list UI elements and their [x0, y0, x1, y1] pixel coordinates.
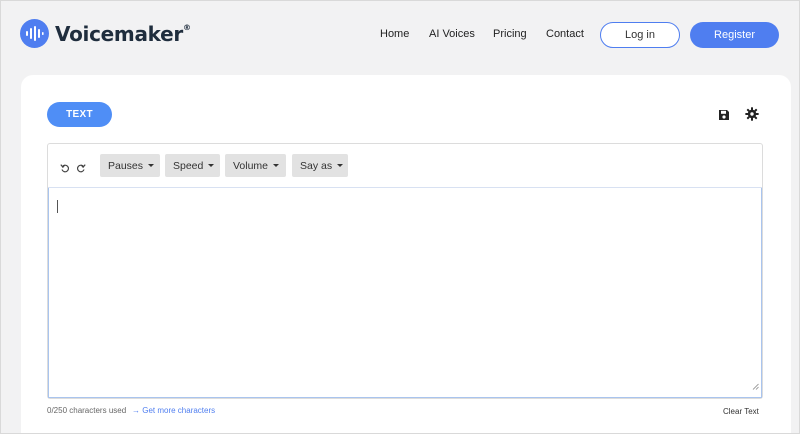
caret-down-icon: [148, 164, 155, 167]
say-as-dropdown-label: Say as: [300, 159, 333, 172]
text-editor: Pauses Speed Volume Say as: [47, 143, 763, 399]
caret-down-icon: [208, 164, 215, 167]
pauses-dropdown-label: Pauses: [108, 159, 144, 172]
tab-text[interactable]: TEXT: [47, 102, 112, 127]
say-as-dropdown[interactable]: Say as: [292, 154, 348, 177]
login-button[interactable]: Log in: [600, 22, 680, 48]
editor-toolbar: Pauses Speed Volume Say as: [48, 144, 762, 188]
text-input-area[interactable]: [48, 188, 762, 398]
volume-dropdown-label: Volume: [233, 159, 269, 172]
nav-item-pricing[interactable]: Pricing: [493, 28, 527, 40]
app-window: Voicemaker® Home AI Voices Pricing Conta…: [0, 0, 800, 434]
caret-down-icon: [337, 164, 344, 167]
brand-logo[interactable]: Voicemaker®: [20, 19, 191, 48]
register-button[interactable]: Register: [690, 22, 779, 48]
nav-item-ai-voices[interactable]: AI Voices: [429, 28, 475, 40]
text-cursor: [57, 200, 58, 213]
brand-name: Voicemaker®: [55, 21, 191, 46]
editor-card: TEXT Pauses Speed Volume Say as 0/250 ch…: [21, 75, 791, 433]
clear-text-button[interactable]: Clear Text: [723, 407, 759, 416]
redo-icon[interactable]: [76, 160, 86, 178]
gear-icon[interactable]: [745, 107, 759, 126]
pauses-dropdown[interactable]: Pauses: [100, 154, 160, 177]
caret-down-icon: [273, 164, 280, 167]
sound-wave-icon: [20, 19, 49, 48]
save-icon[interactable]: [718, 108, 730, 126]
nav-item-home[interactable]: Home: [380, 28, 409, 40]
nav-item-contact[interactable]: Contact: [546, 28, 584, 40]
character-count: 0/250 characters used: [47, 406, 127, 415]
speed-dropdown-label: Speed: [173, 159, 204, 172]
resize-handle-icon[interactable]: [752, 377, 759, 395]
speed-dropdown[interactable]: Speed: [165, 154, 220, 177]
get-more-characters-link[interactable]: → Get more characters: [132, 406, 215, 415]
site-header: Voicemaker® Home AI Voices Pricing Conta…: [1, 1, 799, 73]
undo-icon[interactable]: [60, 160, 70, 178]
volume-dropdown[interactable]: Volume: [225, 154, 286, 177]
